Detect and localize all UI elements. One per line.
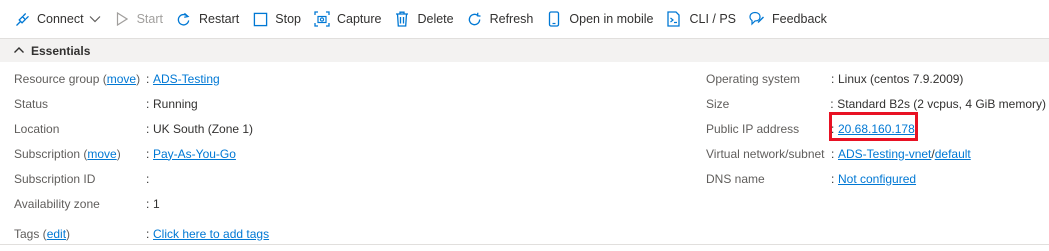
connect-label: Connect [37,12,84,26]
essentials-toggle[interactable]: Essentials [0,38,1049,62]
capture-icon [314,11,330,27]
feedback-label: Feedback [772,12,827,26]
status-value: Running [153,96,198,111]
dns-row: DNS name : Not configured [706,166,1046,191]
chevron-up-icon [13,45,25,57]
mobile-icon [546,11,562,27]
colon: : [146,96,150,111]
restart-button[interactable]: Restart [176,5,239,33]
tags-row: Tags (edit) : Click here to add tags [14,221,674,246]
dns-configure-link[interactable]: Not configured [838,172,916,186]
plug-icon [14,11,30,27]
location-row: Location : UK South (Zone 1) [14,116,674,141]
stop-button[interactable]: Stop [252,5,301,33]
vnet-link[interactable]: ADS-Testing-vnet [838,147,931,161]
essentials-left-column: Resource group (move) : ADS-Testing Stat… [14,66,674,246]
subnet-link[interactable]: default [935,147,971,161]
stop-icon [252,11,268,27]
resource-group-label: Resource group (move) [14,71,141,86]
colon: : [146,146,150,161]
delete-label: Delete [417,12,454,26]
subscription-label: Subscription (move) [14,146,121,161]
capture-button[interactable]: Capture [314,5,381,33]
status-label: Status [14,96,49,111]
public-ip-highlight: 20.68.160.178 [829,111,918,141]
resource-group-link[interactable]: ADS-Testing [153,72,220,86]
cli-icon [666,11,682,27]
open-in-mobile-label: Open in mobile [569,12,654,26]
colon: : [146,196,150,211]
subscription-id-label: Subscription ID [14,171,96,186]
cli-ps-button[interactable]: CLI / PS [666,5,736,33]
refresh-label: Refresh [489,12,534,26]
open-in-mobile-button[interactable]: Open in mobile [546,5,653,33]
add-tags-link[interactable]: Click here to add tags [153,227,269,241]
feedback-button[interactable]: Feedback [749,5,827,33]
availability-zone-row: Availability zone : 1 [14,191,674,216]
public-ip-link[interactable]: 20.68.160.178 [838,122,915,136]
os-label: Operating system [706,71,801,86]
availability-zone-value: 1 [153,196,160,211]
resource-group-move-link[interactable]: move [107,72,136,86]
colon: : [831,121,835,136]
resource-group-row: Resource group (move) : ADS-Testing [14,66,674,91]
tags-label: Tags (edit) [14,226,71,241]
start-button[interactable]: Start [114,5,163,33]
chevron-down-icon [89,15,101,23]
tags-edit-link[interactable]: edit [47,227,66,241]
public-ip-row: Public IP address : 20.68.160.178 [706,111,1046,141]
capture-label: Capture [336,12,382,26]
colon: : [830,96,834,111]
status-row: Status : Running [14,91,674,116]
subscription-link[interactable]: Pay-As-You-Go [153,147,236,161]
colon: : [831,71,835,86]
cli-ps-label: CLI / PS [689,12,737,26]
restart-label: Restart [198,12,240,26]
availability-zone-label: Availability zone [14,196,100,211]
feedback-icon [749,11,765,27]
essentials-right-column: Operating system : Linux (centos 7.9.200… [706,66,1046,191]
command-bar: Connect Start Restart Stop Capture Delet… [0,0,1049,38]
play-icon [114,11,130,27]
delete-button[interactable]: Delete [394,5,454,33]
colon: : [831,146,835,161]
size-row: Size : Standard B2s (2 vcpus, 4 GiB memo… [706,91,1046,116]
colon: : [146,171,150,186]
colon: : [146,71,150,86]
location-value: UK South (Zone 1) [153,121,254,136]
subscription-move-link[interactable]: move [87,147,116,161]
vnet-label: Virtual network/subnet [706,146,825,161]
os-value: Linux (centos 7.9.2009) [838,71,964,86]
size-label: Size [706,96,730,111]
colon: : [146,226,150,241]
location-label: Location [14,121,60,136]
dns-label: DNS name [706,171,765,186]
colon: : [831,171,835,186]
divider [0,244,1049,245]
vnet-row: Virtual network/subnet : ADS-Testing-vne… [706,141,1046,166]
start-label: Start [136,12,163,26]
subscription-row: Subscription (move) : Pay-As-You-Go [14,141,674,166]
connect-button[interactable]: Connect [14,5,101,33]
subscription-id-row: Subscription ID : [14,166,674,191]
refresh-icon [467,11,483,27]
colon: : [146,121,150,136]
restart-icon [176,11,192,27]
size-value: Standard B2s (2 vcpus, 4 GiB memory) [837,96,1046,111]
os-row: Operating system : Linux (centos 7.9.200… [706,66,1046,91]
essentials-title: Essentials [31,43,91,58]
refresh-button[interactable]: Refresh [467,5,534,33]
public-ip-label: Public IP address [706,121,800,136]
stop-label: Stop [275,12,301,26]
trash-icon [394,11,410,27]
